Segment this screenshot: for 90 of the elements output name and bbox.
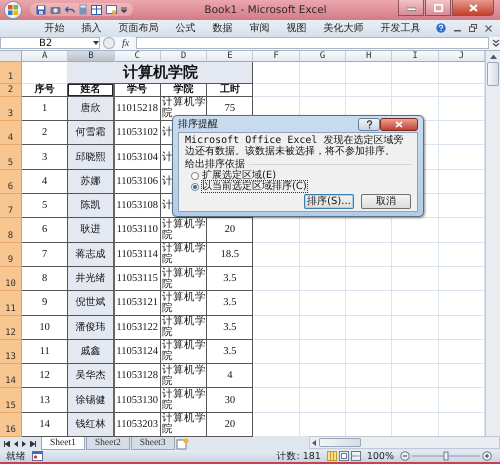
ribbon-tab[interactable]: 插入 [73,21,110,36]
table-cell: 计算机学院 [160,266,208,292]
table-cell: 20 [207,218,254,243]
table-cell: 11053122 [114,316,161,340]
column-title: 姓名 [68,84,115,97]
table-cell: 18.5 [207,242,254,267]
table-cell: 倪世斌 [68,291,115,316]
table-cell: 计算机学院 [160,242,208,267]
row-header[interactable]: 10 [0,266,22,292]
row-header[interactable]: 12 [0,316,22,340]
ribbon-tab[interactable]: 审阅 [241,21,278,36]
table-cell: 11053104 [114,145,161,170]
table-cell: 潘俊玮 [68,316,115,340]
row-header[interactable]: 2 [0,84,22,97]
table-cell: 钱红林 [68,412,115,437]
row-header[interactable]: 8 [0,218,22,243]
table-cell: 唐欣 [68,96,115,122]
row-header[interactable]: 11 [0,291,22,316]
table-cell: 11053108 [114,194,161,218]
table-cell: 计算机学院 [160,388,208,413]
table-cell: 井光绪 [68,266,115,292]
status-text: 就绪 [6,450,26,462]
table-cell: 3.5 [207,340,254,364]
cancel-button[interactable]: 取消 [361,194,411,209]
table-cell: 11053110 [114,218,161,243]
column-title: 学号 [114,84,161,97]
insert-function-button[interactable]: fx [118,38,134,49]
column-header[interactable]: E [207,50,254,62]
column-title: 学院 [160,84,208,97]
table-cell: 3.5 [207,291,254,316]
column-header[interactable]: H [346,50,392,62]
table-cell: 30 [207,388,254,413]
table-cell: 苏娜 [68,170,115,194]
ribbon-tab[interactable]: 美化大师 [315,21,372,36]
table-cell: 3.5 [207,316,254,340]
table-cell: 11015218 [114,96,161,122]
row-header[interactable]: 16 [0,412,22,437]
row-header[interactable]: 3 [0,96,22,122]
table-cell: 吴华杰 [68,364,115,388]
ribbon-tab[interactable]: 开始 [36,21,73,36]
table-cell: 计算机学院 [160,316,208,340]
table-cell: 计算机学院 [160,340,208,364]
ribbon-tab[interactable]: 视图 [278,21,315,36]
row-header[interactable]: 15 [0,388,22,413]
table-cell: 蒋志成 [68,242,115,267]
table-cell: 邱晓熙 [68,145,115,170]
row-header[interactable]: 7 [0,194,22,218]
sheet-tab[interactable]: Sheet3 [130,437,175,450]
table-cell: 11053128 [114,364,161,388]
sort-button[interactable]: 排序(S)... [304,194,354,209]
row-header[interactable]: 9 [0,242,22,267]
ribbon-tab[interactable]: 页面布局 [110,21,167,36]
table-cell: 戚鑫 [68,340,115,364]
table-cell: 11053102 [114,121,161,146]
table-cell: 3.5 [207,266,254,292]
table-cell: 11053121 [114,291,161,316]
row-header[interactable]: 13 [0,340,22,364]
title-cell: 计算机学院 [68,62,254,84]
column-header[interactable]: A [22,50,68,62]
column-header[interactable]: F [253,50,300,62]
table-cell: 11053124 [114,340,161,364]
sheet-tab[interactable]: Sheet1 [41,437,85,450]
sheet-tab[interactable]: Sheet2 [86,437,130,450]
count-text: 计数: 181 [276,450,321,462]
table-cell: 11053130 [114,388,161,413]
table-cell: 11053114 [114,242,161,267]
table-cell: 4 [207,364,254,388]
table-cell: 耿进 [68,218,115,243]
row-header[interactable]: 6 [0,170,22,194]
table-cell: 计算机学院 [160,364,208,388]
table-cell: 11053106 [114,170,161,194]
table-cell: 计算机学院 [160,218,208,243]
table-cell: 何雪霜 [68,121,115,146]
row-header[interactable]: 5 [0,145,22,170]
column-header[interactable]: I [392,50,439,62]
ribbon-tab[interactable]: 数据 [204,21,241,36]
window-title: Book1 - Microsoft Excel [203,4,328,16]
row-header[interactable]: 4 [0,121,22,146]
ribbon-tab[interactable]: 公式 [167,21,204,36]
table-cell: 11053115 [114,266,161,292]
row-header[interactable]: 1 [0,62,22,84]
zoom-level: 100% [366,450,394,462]
column-header[interactable]: B [68,50,115,62]
ribbon-tab[interactable]: 开发工具 [372,21,429,36]
table-cell: 徐锡健 [68,388,115,413]
table-cell: 陈凯 [68,194,115,218]
table-cell: 计算机学院 [160,291,208,316]
row-header[interactable]: 14 [0,364,22,388]
name-box[interactable]: B2 [0,37,100,50]
column-title: 工时 [207,84,254,97]
